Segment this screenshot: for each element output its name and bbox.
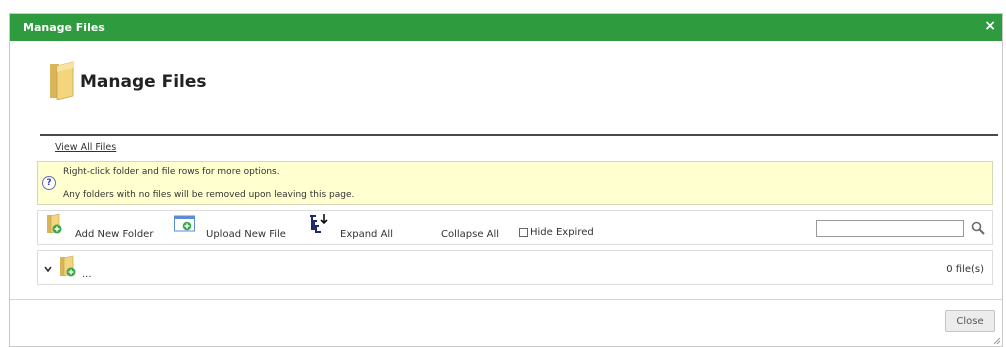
folder-row[interactable]: ... 0 file(s) (37, 250, 993, 285)
file-toolbar: Add New Folder Upload New File Expand Al… (37, 210, 993, 245)
chevron-down-icon[interactable] (43, 264, 53, 274)
add-new-folder-label: Add New Folder (75, 229, 154, 240)
collapse-all-label: Collapse All (441, 229, 500, 240)
folder-icon (50, 61, 74, 100)
folder-add-icon (47, 213, 62, 234)
upload-new-file-label: Upload New File (206, 229, 286, 240)
search-input[interactable] (816, 220, 964, 237)
manage-files-dialog: Manage Files × Manage Files View All Fil… (9, 13, 1003, 347)
upload-file-icon (174, 215, 195, 232)
close-icon[interactable]: × (984, 18, 996, 34)
header-divider (40, 134, 998, 136)
collapse-all-button[interactable]: Collapse All (441, 211, 507, 244)
upload-new-file-button[interactable]: Upload New File (174, 211, 292, 244)
add-new-folder-button[interactable]: Add New Folder (46, 211, 158, 244)
folder-add-icon (60, 255, 76, 277)
expand-tree-icon (310, 214, 328, 233)
hide-expired-toggle[interactable]: Hide Expired (519, 227, 594, 238)
info-line-2: Any folders with no files will be remove… (63, 190, 355, 200)
info-banner: ? Right-click folder and file rows for m… (37, 161, 993, 205)
expand-all-label: Expand All (340, 229, 393, 240)
magnifier-icon[interactable] (970, 220, 986, 236)
dialog-titlebar[interactable]: Manage Files × (10, 14, 1002, 41)
view-all-files-link[interactable]: View All Files (55, 142, 116, 153)
close-button[interactable]: Close (945, 310, 995, 332)
hide-expired-label: Hide Expired (530, 227, 594, 238)
dialog-title: Manage Files (23, 21, 105, 34)
file-count: 0 file(s) (946, 264, 984, 275)
expand-all-button[interactable]: Expand All (308, 211, 398, 244)
folder-name: ... (82, 269, 92, 280)
info-line-1: Right-click folder and file rows for mor… (63, 167, 280, 177)
page-title: Manage Files (80, 72, 207, 92)
hide-expired-checkbox[interactable] (519, 228, 528, 237)
help-icon: ? (42, 176, 56, 190)
resize-grip-icon[interactable] (993, 337, 1001, 345)
footer-divider (10, 299, 1002, 300)
